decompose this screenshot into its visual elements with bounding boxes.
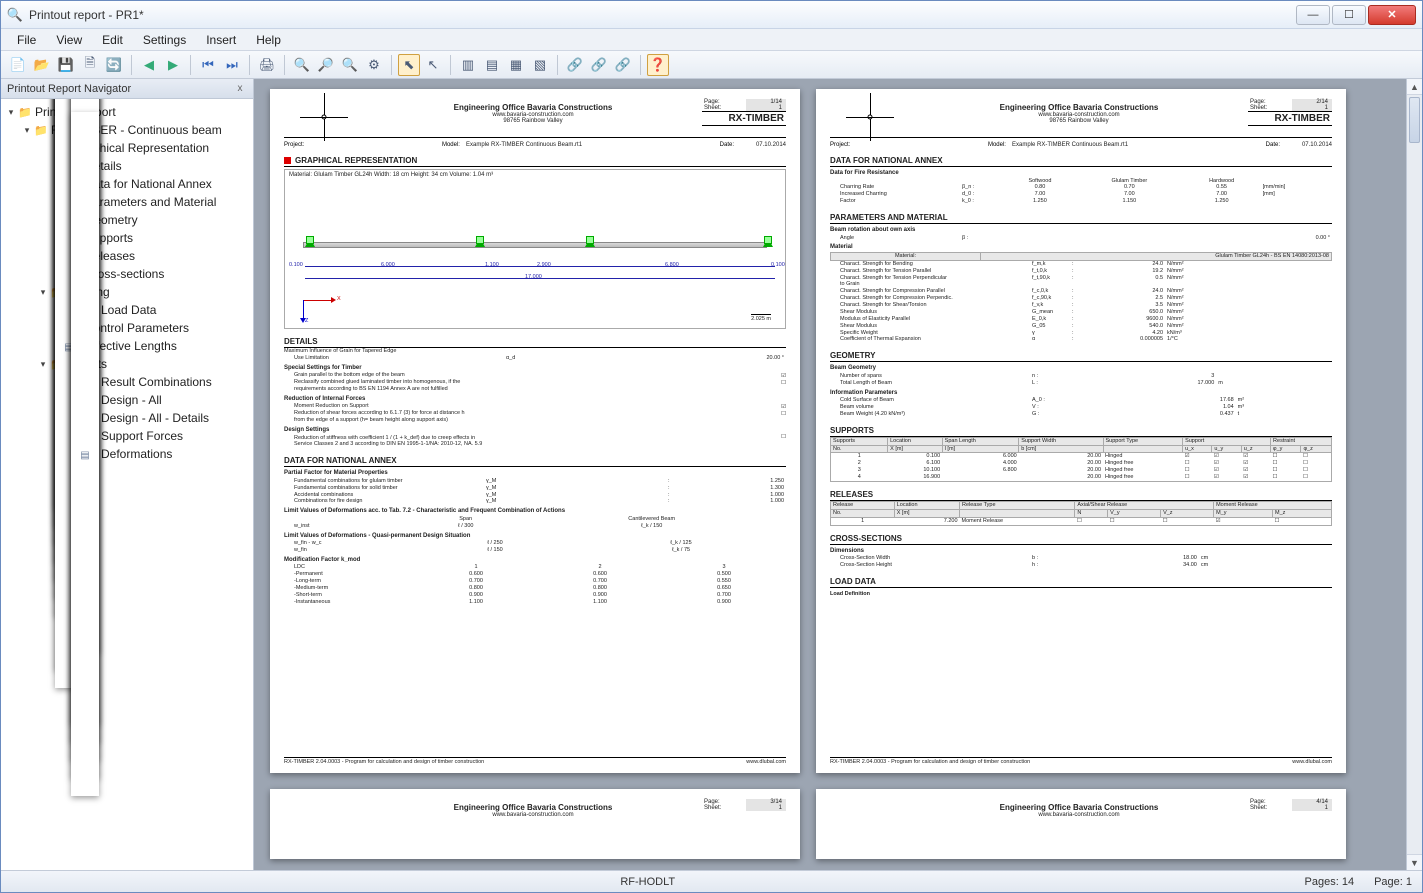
status-page: 1 [1406, 876, 1412, 888]
tool-first-icon[interactable]: ⏮ [197, 54, 219, 76]
scroll-thumb[interactable] [1409, 97, 1420, 143]
section-cross: CROSS-SECTIONS [830, 534, 1332, 545]
tree-annex[interactable]: Data for National Annex [85, 177, 212, 191]
navigator-close-icon[interactable]: x [233, 82, 247, 96]
section-annex2: DATA FOR NATIONAL ANNEX [830, 156, 1332, 167]
menu-file[interactable]: File [9, 31, 44, 49]
tree-param[interactable]: Parameters and Material [85, 195, 216, 209]
main-area: Printout Report Navigator x ▾📁Printout R… [1, 79, 1422, 870]
status-pages: 14 [1342, 876, 1354, 888]
menu-view[interactable]: View [48, 31, 90, 49]
statusbar: RF-HODLT Pages: 14 Page: 1 [1, 870, 1422, 892]
menubar: File View Edit Settings Insert Help [1, 29, 1422, 51]
menu-edit[interactable]: Edit [94, 31, 131, 49]
tool-pageC-icon[interactable]: ▦ [505, 54, 527, 76]
vertical-scrollbar[interactable]: ▲ ▼ [1406, 79, 1422, 870]
tree-control[interactable]: Control Parameters [85, 321, 189, 335]
tool-zoomfit-icon[interactable]: 🔍 [339, 54, 361, 76]
minimize-button[interactable] [1296, 5, 1330, 25]
toolbar: 📄 📂 💾 🗎 🔄 ◀ ▶ ⏮ ⏭ 🖨 🔍 🔎 🔍 ⚙ ⬉ ↖ ▥ ▤ ▦ ▧ … [1, 51, 1422, 79]
tool-pointer-icon[interactable]: ↖ [422, 54, 444, 76]
tool-new-icon[interactable]: 📄 [7, 54, 29, 76]
section-geom: GEOMETRY [830, 351, 1332, 362]
tree[interactable]: ▾📁Printout Report ▾📁RX-TIMBER - Continuo… [1, 99, 253, 870]
app-window: 🔍 Printout report - PR1* File View Edit … [0, 0, 1423, 893]
tree-loaddata[interactable]: Load Data [101, 303, 156, 317]
tool-linkC-icon[interactable]: 🔗 [612, 54, 634, 76]
company-addr: 98765 Rainbow Valley [370, 118, 696, 124]
tool-linkB-icon[interactable]: 🔗 [588, 54, 610, 76]
tool-prev-icon[interactable]: ◀ [138, 54, 160, 76]
section-releases: RELEASES [830, 490, 1332, 501]
tree-rescomb[interactable]: Result Combinations [101, 375, 212, 389]
tool-zoomout-icon[interactable]: 🔎 [315, 54, 337, 76]
tool-save-icon[interactable]: 💾 [55, 54, 77, 76]
section-param: PARAMETERS AND MATERIAL [830, 213, 1332, 224]
tool-linkA-icon[interactable]: 🔗 [564, 54, 586, 76]
section-supports: SUPPORTS [830, 426, 1332, 437]
section-annex: DATA FOR NATIONAL ANNEX [284, 456, 786, 467]
beam-graphic: Material: Glulam Timber GL24h Width: 18 … [284, 169, 786, 329]
folder-icon: 📁 [33, 123, 49, 137]
page-icon: ▤ [71, 112, 99, 796]
menu-settings[interactable]: Settings [135, 31, 194, 49]
crosshair-icon [306, 99, 342, 135]
page-2: Engineering Office Bavaria Constructions… [816, 89, 1346, 773]
tool-gear-icon[interactable]: ⚙ [363, 54, 385, 76]
tool-print-icon[interactable]: 🖨 [256, 54, 278, 76]
navigator-panel: Printout Report Navigator x ▾📁Printout R… [1, 79, 254, 870]
folder-icon: 📁 [17, 105, 33, 119]
window-title: Printout report - PR1* [29, 8, 1294, 22]
titlebar[interactable]: 🔍 Printout report - PR1* [1, 1, 1422, 29]
tool-pageD-icon[interactable]: ▧ [529, 54, 551, 76]
company-name: Engineering Office Bavaria Constructions [370, 103, 696, 112]
menu-insert[interactable]: Insert [198, 31, 244, 49]
tree-designall[interactable]: Design - All [101, 393, 162, 407]
scroll-up-icon[interactable]: ▲ [1407, 79, 1422, 95]
page-3: Engineering Office Bavaria Constructions… [270, 789, 800, 859]
tree-designdet[interactable]: Design - All - Details [101, 411, 209, 425]
section-load: LOAD DATA [830, 577, 1332, 588]
tool-refresh-icon[interactable]: 🔄 [103, 54, 125, 76]
menu-help[interactable]: Help [248, 31, 289, 49]
tree-deform[interactable]: Deformations [101, 447, 172, 461]
tool-zoomin-icon[interactable]: 🔍 [291, 54, 313, 76]
tool-last-icon[interactable]: ⏭ [221, 54, 243, 76]
tool-pageA-icon[interactable]: ▥ [457, 54, 479, 76]
crosshair-icon [852, 99, 888, 135]
axes-icon: XZ [303, 290, 343, 320]
tool-open-icon[interactable]: 📂 [31, 54, 53, 76]
tree-suppforce[interactable]: Support Forces [101, 429, 183, 443]
navigator-title: Printout Report Navigator [7, 83, 131, 95]
section-graphical: GRAPHICAL REPRESENTATION [295, 156, 417, 165]
status-host: RF-HODLT [620, 876, 675, 888]
page-1: Engineering Office Bavaria Constructions… [270, 89, 800, 773]
preview-area[interactable]: Engineering Office Bavaria Constructions… [254, 79, 1406, 870]
close-button[interactable] [1368, 5, 1416, 25]
tool-saveas-icon[interactable]: 🗎 [79, 54, 101, 76]
navigator-header: Printout Report Navigator x [1, 79, 253, 99]
tool-pageB-icon[interactable]: ▤ [481, 54, 503, 76]
app-icon: 🔍 [7, 7, 23, 23]
tool-select-icon[interactable]: ⬉ [398, 54, 420, 76]
maximize-button[interactable] [1332, 5, 1366, 25]
tool-next-icon[interactable]: ▶ [162, 54, 184, 76]
red-marker-icon [284, 157, 291, 164]
section-details: DETAILS [284, 337, 786, 348]
scroll-down-icon[interactable]: ▼ [1407, 854, 1422, 870]
tool-help-icon[interactable]: ❓ [647, 54, 669, 76]
page-4: Engineering Office Bavaria Constructions… [816, 789, 1346, 859]
brand: RX-TIMBER [702, 111, 786, 126]
